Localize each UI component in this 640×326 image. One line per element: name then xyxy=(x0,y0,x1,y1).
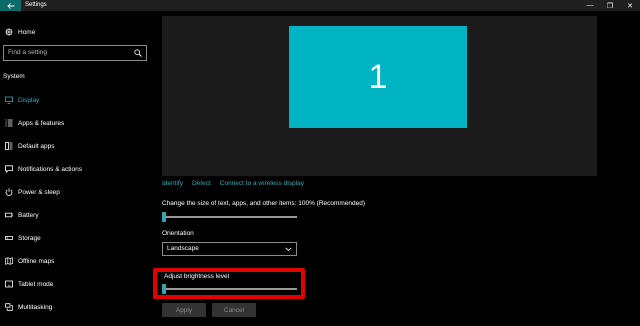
wireless-display-link[interactable]: Connect to a wireless display xyxy=(220,180,304,187)
cancel-button[interactable]: Cancel xyxy=(212,303,256,317)
slider-track xyxy=(162,288,297,290)
search-placeholder: Find a setting xyxy=(8,49,48,56)
orientation-value: Landscape xyxy=(167,245,199,252)
orientation-dropdown[interactable]: Landscape xyxy=(162,242,297,256)
slider-track xyxy=(162,216,297,218)
brightness-slider[interactable] xyxy=(162,284,297,294)
map-icon xyxy=(0,257,18,265)
sidebar-item-offline-maps[interactable]: Offline maps xyxy=(0,254,150,268)
brightness-label: Adjust brightness level xyxy=(164,273,230,280)
maximize-button[interactable]: ❐ xyxy=(600,0,620,11)
sidebar-item-default-apps[interactable]: Default apps xyxy=(0,139,150,153)
sidebar-item-battery[interactable]: Battery xyxy=(0,208,150,222)
apply-button[interactable]: Apply xyxy=(162,303,206,317)
scale-label: Change the size of text, apps, and other… xyxy=(162,200,366,207)
scale-slider[interactable] xyxy=(162,212,297,222)
sidebar-item-label: Multitasking xyxy=(18,303,53,311)
sidebar-item-label: Power & sleep xyxy=(18,188,60,196)
minimize-button[interactable]: — xyxy=(580,0,600,11)
section-label: System xyxy=(3,73,25,80)
sidebar-item-label: Apps & features xyxy=(18,119,65,127)
sidebar-item-label: Home xyxy=(18,28,36,36)
monitor-tile[interactable]: 1 xyxy=(289,26,467,128)
multitasking-icon xyxy=(0,303,18,311)
identify-link[interactable]: Identify xyxy=(162,180,183,187)
chevron-down-icon xyxy=(285,247,292,252)
sidebar-item-label: Default apps xyxy=(18,142,55,150)
sidebar-item-home[interactable]: Home xyxy=(0,25,150,39)
slider-thumb[interactable] xyxy=(162,212,166,222)
monitor-number: 1 xyxy=(368,57,388,96)
sidebar-item-label: Tablet mode xyxy=(18,280,54,288)
sidebar-item-storage[interactable]: Storage xyxy=(0,231,150,245)
display-links: Identify Detect Connect to a wireless di… xyxy=(162,180,304,187)
close-button[interactable]: ✕ xyxy=(620,0,640,11)
sidebar-item-label: Storage xyxy=(18,234,41,242)
slider-thumb[interactable] xyxy=(162,284,166,294)
orientation-label: Orientation xyxy=(162,230,194,237)
action-buttons: Apply Cancel xyxy=(162,303,256,317)
power-icon xyxy=(0,188,18,196)
search-icon[interactable] xyxy=(134,49,142,57)
sidebar-item-label: Battery xyxy=(18,211,39,219)
title-bar: Settings — ❐ ✕ xyxy=(0,0,640,11)
default-apps-icon xyxy=(0,142,18,150)
sidebar-item-multitasking[interactable]: Multitasking xyxy=(0,300,150,314)
tablet-icon xyxy=(0,280,18,288)
sidebar-item-label: Offline maps xyxy=(18,257,55,265)
battery-icon xyxy=(0,211,18,219)
list-icon xyxy=(0,119,18,127)
back-button[interactable] xyxy=(0,0,21,11)
storage-icon xyxy=(0,234,18,242)
display-preview: 1 xyxy=(162,16,597,176)
search-input[interactable]: Find a setting xyxy=(3,45,147,61)
sidebar-item-label: Display xyxy=(18,96,40,104)
gear-icon xyxy=(0,28,18,36)
sidebar-item-display[interactable]: Display xyxy=(0,93,150,107)
detect-link[interactable]: Detect xyxy=(192,180,211,187)
monitor-icon xyxy=(0,96,18,104)
sidebar-item-power-sleep[interactable]: Power & sleep xyxy=(0,185,150,199)
message-icon xyxy=(0,165,18,173)
sidebar: Home Find a setting System Display Apps … xyxy=(0,11,150,326)
sidebar-item-label: Notifications & actions xyxy=(18,165,82,173)
main-content: 1 Identify Detect Connect to a wireless … xyxy=(150,11,640,326)
sidebar-item-apps-features[interactable]: Apps & features xyxy=(0,116,150,130)
sidebar-item-tablet-mode[interactable]: Tablet mode xyxy=(0,277,150,291)
window-controls: — ❐ ✕ xyxy=(580,0,640,11)
sidebar-item-notifications[interactable]: Notifications & actions xyxy=(0,162,150,176)
back-arrow-icon xyxy=(6,2,14,9)
window-title: Settings xyxy=(25,2,47,8)
